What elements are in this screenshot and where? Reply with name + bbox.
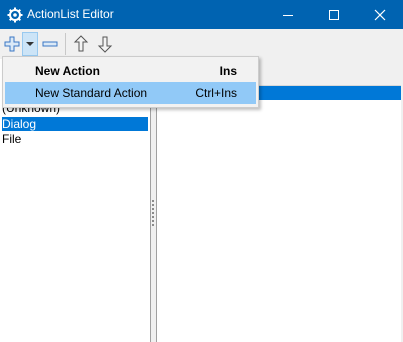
menu-item-label: New Action xyxy=(35,64,100,78)
maximize-icon xyxy=(329,10,339,20)
move-down-button[interactable] xyxy=(95,32,115,56)
add-action-popup-menu: New Action Ins New Standard Action Ctrl+… xyxy=(2,56,259,108)
menu-item-shortcut: Ctrl+Ins xyxy=(195,86,237,100)
category-item-file[interactable]: File xyxy=(2,132,148,146)
dropdown-arrow-icon xyxy=(26,42,34,46)
menu-item-new-action[interactable]: New Action Ins xyxy=(5,60,256,82)
splitter-grip-dot xyxy=(152,204,154,206)
add-action-dropdown[interactable] xyxy=(22,32,38,56)
maximize-button[interactable] xyxy=(311,0,357,29)
app-gear-icon xyxy=(7,7,23,23)
menu-item-new-standard-action[interactable]: New Standard Action Ctrl+Ins xyxy=(5,82,256,104)
splitter-grip-dot xyxy=(152,212,154,214)
close-button[interactable] xyxy=(357,0,403,29)
splitter-grip-dot xyxy=(152,208,154,210)
add-action-button[interactable] xyxy=(2,32,22,56)
minimize-button[interactable] xyxy=(265,0,311,29)
splitter-grip-dot xyxy=(152,224,154,226)
menu-item-shortcut: Ins xyxy=(219,64,237,78)
splitter-grip-dot xyxy=(152,200,154,202)
menu-item-label: New Standard Action xyxy=(35,86,148,100)
remove-icon xyxy=(42,41,58,47)
toolbar-separator xyxy=(65,33,66,55)
move-up-icon xyxy=(73,35,89,52)
move-up-button[interactable] xyxy=(71,32,91,56)
close-icon xyxy=(374,9,386,21)
title-bar[interactable]: ActionList Editor xyxy=(0,0,403,29)
splitter-grip-dot xyxy=(152,216,154,218)
window-title: ActionList Editor xyxy=(27,7,114,21)
category-item-dialog[interactable]: Dialog xyxy=(2,117,148,131)
move-down-icon xyxy=(97,36,113,53)
minimize-icon xyxy=(283,15,293,16)
remove-action-button[interactable] xyxy=(40,32,60,56)
splitter-grip-dot xyxy=(152,220,154,222)
toolbar xyxy=(0,29,403,59)
add-icon xyxy=(4,36,20,52)
